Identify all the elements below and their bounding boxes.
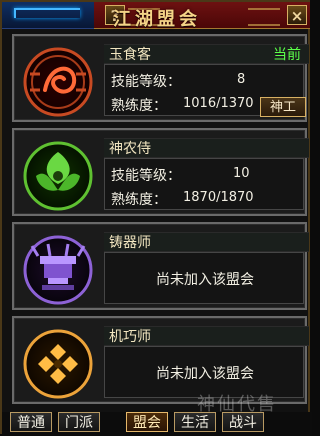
proficiency-value: 1016/1370 — [183, 96, 254, 111]
tab-guild[interactable]: 盟会 — [126, 412, 168, 432]
skill-level-value: 8 — [237, 72, 246, 87]
guild-info-box: 尚未加入该盟会 — [104, 252, 304, 304]
proficiency-label: 熟练度： — [111, 98, 167, 114]
tab-life[interactable]: 生活 — [174, 412, 216, 432]
skill-level-value: 10 — [233, 166, 250, 181]
proficiency-value: 1870/1870 — [183, 190, 254, 205]
tab-general[interactable]: 普通 — [10, 412, 52, 432]
guild-name-bar: 神农侍 — [104, 138, 309, 158]
guild-panel-zhuqishi: 铸器师 尚未加入该盟会 — [12, 222, 309, 310]
proficiency-label: 熟练度： — [111, 192, 167, 208]
guild-panel-shennongshi: 神农侍 技能等级： 10 熟练度： 1870/1870 — [12, 128, 309, 216]
skill-level-label: 技能等级： — [111, 168, 181, 184]
emblem-yushike-icon — [20, 44, 96, 120]
guild-name-bar: 机巧师 — [104, 326, 309, 346]
not-joined-text: 尚未加入该盟会 — [156, 366, 254, 382]
emblem-zhuqishi-icon — [20, 232, 96, 308]
tab-bar: 普通 门派 盟会 生活 战斗 — [2, 412, 312, 436]
guild-name: 机巧师 — [109, 329, 151, 345]
guild-name: 玉食客 — [109, 47, 151, 63]
guild-info-box: 技能等级： 10 熟练度： 1870/1870 — [104, 158, 304, 210]
window-title: 江湖盟会 — [113, 9, 201, 30]
current-status: 当前 — [273, 47, 301, 63]
emblem-jiqiaoshi-icon — [20, 326, 96, 402]
guild-name: 铸器师 — [109, 235, 151, 251]
guild-name-bar: 铸器师 — [104, 232, 309, 252]
not-joined-text: 尚未加入该盟会 — [156, 272, 254, 288]
shengong-button[interactable]: 神工 — [260, 97, 306, 117]
guild-name-bar: 玉食客 当前 — [104, 44, 309, 64]
close-button[interactable]: × — [287, 5, 307, 25]
guild-name: 神农侍 — [109, 141, 151, 157]
guild-window: ? 江湖盟会 × 玉食客 当前 技能等级： 8 熟练度： 1016/1370 神… — [0, 0, 312, 436]
tab-combat[interactable]: 战斗 — [222, 412, 264, 432]
emblem-shennongshi-icon — [20, 138, 96, 214]
tab-sect[interactable]: 门派 — [58, 412, 100, 432]
skill-level-label: 技能等级： — [111, 74, 181, 90]
